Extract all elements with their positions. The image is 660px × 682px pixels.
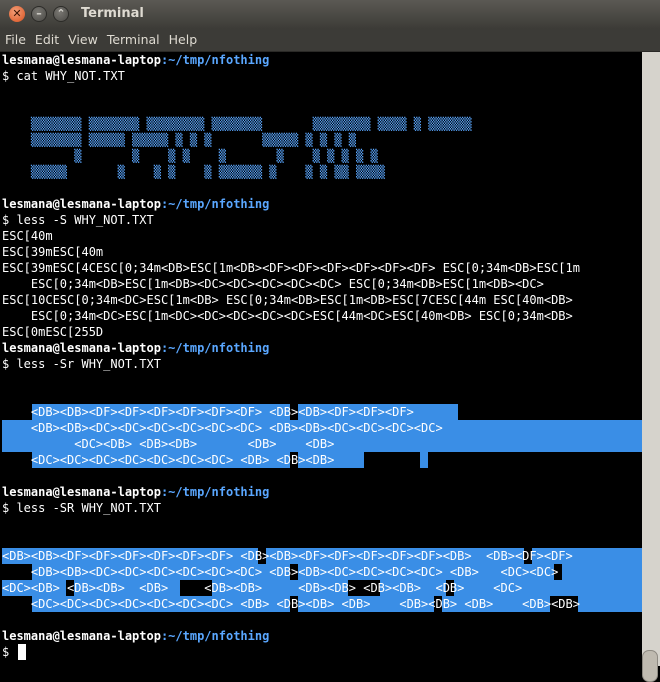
terminal-output[interactable]: lesmana@lesmana-laptop:~/tmp/nfothing $ … — [2, 52, 642, 666]
output-line: <DB><DB><DC><DC><DC><DC><DC><DC> <DB><DB… — [2, 565, 559, 579]
command-line: $ less -S WHY_NOT.TXT — [2, 212, 154, 228]
prompt-user: lesmana@lesmana-laptop — [2, 53, 161, 67]
maximize-icon: ⌃ — [56, 7, 66, 20]
highlight-block — [420, 452, 428, 468]
close-button[interactable]: ✕ — [9, 6, 25, 22]
output-line: <DB><DB><DF><DF><DF><DF><DF><DF> <DB><DB… — [2, 405, 414, 419]
prompt-user: lesmana@lesmana-laptop — [2, 629, 161, 643]
output-line: <DC><DB> <DB><DB> <DB> <DB> — [2, 437, 335, 451]
title-bar[interactable]: ✕ – ⌃ Terminal — [0, 0, 660, 29]
prompt-line: lesmana@lesmana-laptop:~/tmp/nfothing — [2, 628, 269, 644]
output-line: ▒ ▒ ▒ ▒ ▒ ▒ ▒ ▒ ▒ ▒ ▒ — [2, 149, 378, 163]
command-text: less -S WHY_NOT.TXT — [16, 213, 154, 227]
menu-view[interactable]: View — [63, 29, 102, 47]
scrollbar-thumb[interactable] — [642, 650, 658, 682]
command-text: cat WHY_NOT.TXT — [16, 69, 125, 83]
prompt-path: :~/tmp/nfothing — [160, 53, 270, 67]
terminal-window: ✕ – ⌃ Terminal File Edit View Terminal Help … — [0, 0, 660, 682]
command-text: less -Sr WHY_NOT.TXT — [16, 357, 161, 371]
command-line: $ less -SR WHY_NOT.TXT — [2, 500, 161, 516]
output-line: ESC[10CESC[0;34m<DC>ESC[1m<DB> ESC[0;34m… — [2, 293, 573, 307]
prompt-dollar: $ — [2, 357, 17, 371]
command-text: less -SR WHY_NOT.TXT — [16, 501, 161, 515]
prompt-user: lesmana@lesmana-laptop — [2, 197, 161, 211]
minimize-button[interactable]: – — [31, 6, 47, 22]
output-line: ESC[0;34m<DC>ESC[1m<DC><DC><DC><DC><DC>E… — [2, 309, 573, 323]
maximize-button[interactable]: ⌃ — [53, 6, 69, 22]
highlight-block — [578, 596, 642, 612]
prompt-dollar: $ — [2, 501, 17, 515]
output-line: ▒▒▒▒▒▒▒ ▒▒▒▒▒▒▒ ▒▒▒▒▒▒▒▒ ▒▒▒▒▒▒▒ ▒▒▒▒▒▒▒… — [2, 117, 472, 131]
output-line: <DC><DC><DC><DC><DC><DC><DC> <DB> <DB><D… — [2, 453, 335, 467]
prompt-line: lesmana@lesmana-laptop:~/tmp/nfothing — [2, 196, 269, 212]
command-line: $ cat WHY_NOT.TXT — [2, 68, 125, 84]
output-line: ESC[0mESC[255D — [2, 325, 104, 339]
output-line: ▒▒▒▒▒▒▒ ▒▒▒▒▒ ▒▒▒▒▒ ▒ ▒ ▒ ▒▒▒▒▒ ▒ ▒ ▒ ▒ — [2, 133, 357, 147]
prompt-dollar: $ — [2, 645, 17, 659]
scrollbar[interactable] — [642, 52, 660, 682]
command-line: $ less -Sr WHY_NOT.TXT — [2, 356, 161, 372]
prompt-user: lesmana@lesmana-laptop — [2, 485, 161, 499]
output-line: ESC[40m — [2, 229, 53, 243]
prompt-path: :~/tmp/nfothing — [160, 341, 270, 355]
close-icon: ✕ — [12, 7, 22, 20]
output-line: <DC><DC><DC><DC><DC><DC><DC> <DB> <DB><D… — [2, 597, 580, 611]
prompt-line: lesmana@lesmana-laptop:~/tmp/nfothing — [2, 52, 269, 68]
minimize-icon: – — [36, 7, 42, 20]
highlight-block — [562, 564, 642, 580]
menu-terminal[interactable]: Terminal — [102, 29, 164, 47]
prompt-line: lesmana@lesmana-laptop:~/tmp/nfothing — [2, 340, 269, 356]
command-line: $ — [2, 644, 16, 660]
prompt-path: :~/tmp/nfothing — [160, 197, 270, 211]
menu-edit[interactable]: Edit — [30, 29, 63, 47]
output-line: <DB><DB><DC><DC><DC><DC><DC><DC> <DB><DB… — [2, 421, 443, 435]
prompt-path: :~/tmp/nfothing — [160, 629, 270, 643]
prompt-dollar: $ — [2, 213, 17, 227]
output-line: ESC[0;34m<DB>ESC[1m<DB><DC><DC><DC><DC><… — [2, 277, 544, 291]
output-line: ESC[39mESC[40m — [2, 245, 104, 259]
prompt-dollar: $ — [2, 69, 17, 83]
prompt-line: lesmana@lesmana-laptop:~/tmp/nfothing — [2, 484, 269, 500]
prompt-path: :~/tmp/nfothing — [160, 485, 270, 499]
output-line: <DB><DB><DF><DF><DF><DF><DF><DF> <DB><DB… — [2, 549, 573, 563]
menu-help[interactable]: Help — [164, 29, 202, 47]
menu-file[interactable]: File — [0, 29, 30, 47]
output-line: ▒▒▒▒▒ ▒ ▒ ▒ ▒ ▒▒▒▒▒▒ ▒ ▒ ▒ ▒▒ ▒▒▒▒ — [2, 165, 385, 179]
menu-bar: File Edit View Terminal Help — [0, 29, 660, 52]
output-line: <DC><DB> <DB><DB> <DB> <DB><DB> <DB><DB>… — [2, 581, 523, 595]
output-line: ESC[39mESC[4CESC[0;34m<DB>ESC[1m<DB><DF>… — [2, 261, 580, 275]
text-cursor — [18, 644, 26, 660]
window-title: Terminal — [81, 6, 144, 21]
prompt-user: lesmana@lesmana-laptop — [2, 341, 161, 355]
